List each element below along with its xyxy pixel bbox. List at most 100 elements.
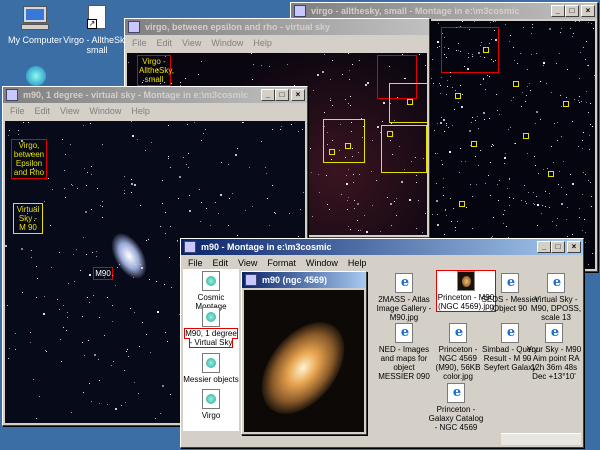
star: [560, 32, 561, 33]
star: [497, 110, 498, 111]
star: [528, 192, 529, 193]
star: [59, 309, 60, 310]
star: [70, 144, 71, 145]
maximize-button[interactable]: □: [565, 5, 579, 17]
star: [580, 52, 581, 53]
star: [125, 402, 126, 403]
menu-view[interactable]: View: [55, 103, 84, 119]
yellow-box[interactable]: [323, 119, 365, 163]
desktop-icon-virgo[interactable]: ↗ Virgo - AlltheSky, small: [62, 4, 132, 55]
folder-item-cosmic-montage[interactable]: Cosmic Montage: [183, 271, 239, 311]
minimize-button[interactable]: _: [551, 5, 565, 17]
window-montage[interactable]: m90 - Montage in e:\m3cosmic _ □ × File …: [180, 238, 584, 448]
yellow-marker[interactable]: [455, 93, 461, 99]
star: [99, 380, 100, 381]
menu-window[interactable]: Window: [84, 103, 126, 119]
menu-format[interactable]: Format: [262, 255, 301, 271]
menu-help[interactable]: Help: [343, 255, 372, 271]
star: [104, 277, 105, 278]
star: [349, 70, 350, 71]
star: [100, 205, 101, 206]
star: [380, 132, 381, 133]
menu-help[interactable]: Help: [248, 35, 277, 51]
yellow-marker[interactable]: [513, 81, 519, 87]
star: [88, 340, 89, 341]
menu-edit[interactable]: Edit: [152, 35, 178, 51]
item-2mass[interactable]: 2MASS - Atlas Image Gallery - M90.jpg: [375, 273, 433, 322]
star: [532, 27, 533, 28]
star: [98, 359, 99, 360]
item-princeton-catalog[interactable]: Princeton - Galaxy Catalog - NGC 4569: [427, 383, 485, 432]
star: [440, 93, 441, 94]
item-label: 2MASS - Atlas Image Gallery - M90.jpg: [376, 295, 432, 322]
desktop-icon-my-computer[interactable]: My Computer: [0, 4, 70, 45]
label-virtual-sky[interactable]: Virtual Sky - M 90: [13, 203, 43, 234]
yellow-marker[interactable]: [387, 131, 393, 137]
menu-view[interactable]: View: [177, 35, 206, 51]
yellow-marker[interactable]: [563, 101, 569, 107]
maximize-button[interactable]: □: [275, 89, 289, 101]
close-button[interactable]: ×: [567, 241, 581, 253]
star: [489, 76, 490, 77]
menu-edit[interactable]: Edit: [30, 103, 56, 119]
yellow-marker[interactable]: [459, 201, 465, 207]
close-button[interactable]: ×: [291, 89, 305, 101]
menu-file[interactable]: File: [5, 103, 30, 119]
folder-item-virgo[interactable]: Virgo: [183, 389, 239, 420]
star: [128, 62, 129, 63]
star: [168, 125, 169, 126]
star: [383, 102, 385, 104]
app-icon: [184, 241, 196, 253]
label-m90[interactable]: M90: [93, 267, 113, 280]
item-princeton-ngc[interactable]: Princeton - NGC 4569 (M90), 56KB color.j…: [429, 323, 487, 381]
star: [372, 140, 373, 141]
horizontal-scrollbar[interactable]: [501, 433, 581, 445]
star: [218, 213, 219, 214]
star: [60, 339, 61, 340]
item-your-sky[interactable]: Your Sky - M90 - Aim point RA 12h 36m 48…: [525, 323, 583, 381]
star: [346, 183, 348, 185]
star: [475, 120, 476, 121]
label-virgo-epsilon[interactable]: Virgo, between Epsilon and Rho: [11, 139, 47, 179]
window-epsilon-titlebar[interactable]: virgo, between epsilon and rho - virtual…: [125, 19, 429, 35]
star: [104, 335, 105, 336]
yellow-marker[interactable]: [329, 149, 335, 155]
item-ned[interactable]: NED - Images and maps for object MESSIER…: [375, 323, 433, 381]
star: [99, 317, 100, 318]
folder-item-messier[interactable]: Messier objects: [183, 353, 239, 384]
item-virtual-sky[interactable]: Virtual Sky - M90, DPOSS, scale 13: [527, 273, 585, 322]
star: [36, 266, 37, 267]
star: [491, 39, 492, 40]
star: [444, 234, 445, 235]
star: [443, 195, 444, 196]
window-preview[interactable]: m90 (ngc 4569): [241, 271, 367, 435]
star: [436, 183, 437, 184]
yellow-marker[interactable]: [407, 99, 413, 105]
yellow-marker[interactable]: [471, 141, 477, 147]
star: [511, 100, 512, 101]
yellow-marker[interactable]: [548, 171, 554, 177]
minimize-button[interactable]: _: [261, 89, 275, 101]
menu-window[interactable]: Window: [206, 35, 248, 51]
minimize-button[interactable]: _: [537, 241, 551, 253]
star: [170, 167, 171, 168]
red-box[interactable]: [441, 27, 499, 73]
window-montage-titlebar[interactable]: m90 - Montage in e:\m3cosmic _ □ ×: [181, 239, 583, 255]
star: [377, 126, 379, 128]
close-button[interactable]: ×: [581, 5, 595, 17]
maximize-button[interactable]: □: [551, 241, 565, 253]
window-m90-degree-titlebar[interactable]: m90, 1 degree - virtual sky - Montage in…: [3, 87, 307, 103]
yellow-marker[interactable]: [345, 143, 351, 149]
yellow-marker[interactable]: [523, 133, 529, 139]
star: [387, 197, 388, 198]
menu-help[interactable]: Help: [126, 103, 155, 119]
star: [157, 311, 159, 313]
star: [206, 208, 207, 209]
app-icon: [294, 5, 306, 17]
star: [162, 203, 163, 204]
folder-item-m90-degree[interactable]: M90, 1 degree - Virtual Sky: [183, 307, 239, 348]
window-preview-titlebar[interactable]: m90 (ngc 4569): [242, 272, 366, 288]
menu-file[interactable]: File: [127, 35, 152, 51]
window-allsky-titlebar[interactable]: virgo - allthesky, small - Montage in e:…: [291, 3, 597, 19]
menu-window[interactable]: Window: [301, 255, 343, 271]
